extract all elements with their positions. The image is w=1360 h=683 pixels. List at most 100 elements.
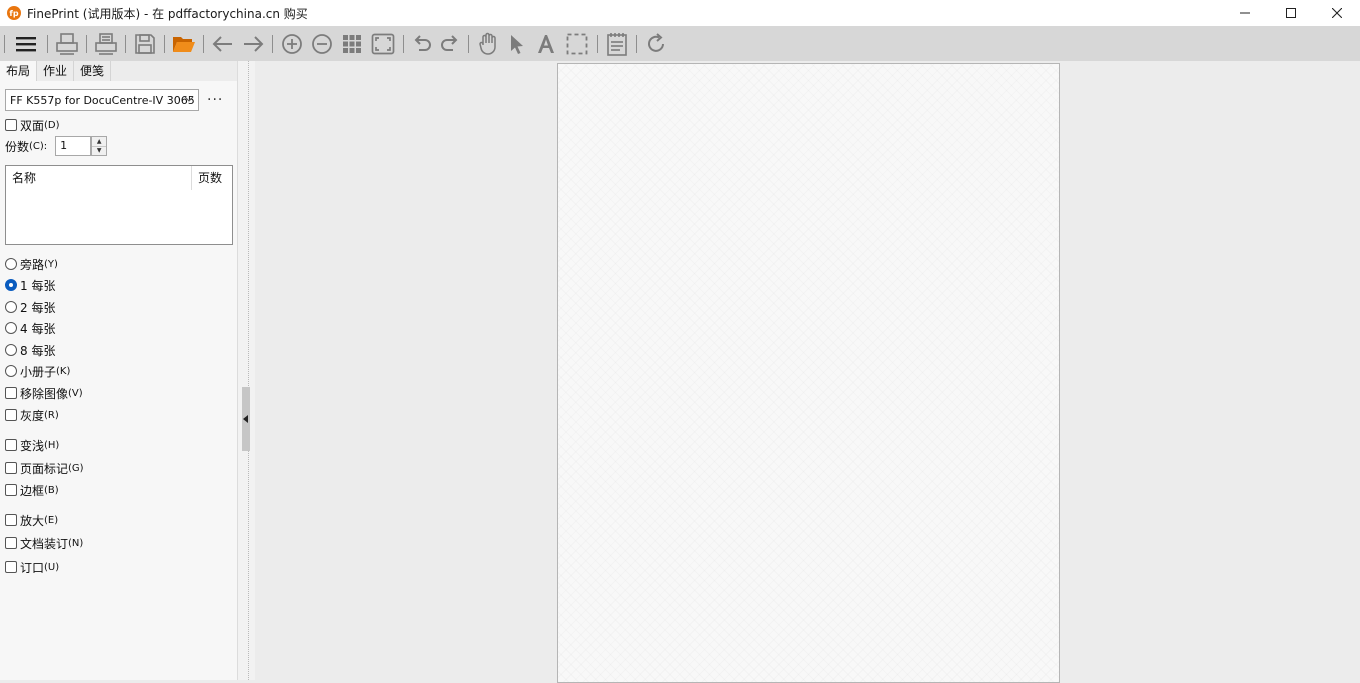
checkbox-option-9[interactable]: 页面标记 (G) (5, 460, 84, 476)
radio-button[interactable] (5, 344, 17, 356)
save-icon[interactable] (130, 26, 160, 61)
jobs-list[interactable]: 名称 页数 (5, 165, 233, 245)
print-properties-icon[interactable] (91, 26, 121, 61)
toolbar-separator (468, 34, 469, 53)
tab-notes[interactable]: 便笺 (74, 61, 112, 81)
tab-layout[interactable]: 布局 (0, 61, 38, 81)
refresh-icon[interactable] (641, 26, 671, 61)
duplex-checkbox[interactable]: 双面 (D) (5, 117, 60, 133)
page-preview[interactable] (557, 63, 1060, 683)
panel-splitter[interactable] (238, 61, 255, 680)
radio-option-1[interactable]: 1 每张 (5, 277, 55, 293)
column-header-name[interactable]: 名称 (6, 166, 192, 190)
app-logo-icon: fp (7, 6, 21, 20)
grid-icon[interactable] (337, 26, 367, 61)
pointer-icon[interactable] (503, 26, 531, 61)
collapse-panel-button[interactable] (242, 387, 250, 451)
arrow-left-icon[interactable] (208, 26, 238, 61)
radio-option-3[interactable]: 4 每张 (5, 320, 55, 336)
hand-icon[interactable] (473, 26, 503, 61)
stepper-down-icon[interactable]: ▼ (92, 147, 106, 156)
option-shortcut: (B) (44, 484, 59, 496)
radio-option-5[interactable]: 小册子 (K) (5, 363, 70, 379)
title-bar: fp FinePrint (试用版本) - 在 pdffactorychina.… (0, 0, 1360, 26)
radio-button[interactable] (5, 301, 17, 313)
option-label: 4 每张 (20, 321, 56, 336)
radio-button[interactable] (5, 279, 17, 291)
redo-icon[interactable] (436, 26, 464, 61)
column-header-pages[interactable]: 页数 (192, 166, 232, 190)
option-label: 8 每张 (20, 343, 56, 358)
checkbox[interactable] (5, 462, 17, 474)
toolbar-separator (403, 34, 404, 53)
toolbar-separator (597, 34, 598, 53)
copies-input[interactable]: 1 (55, 136, 92, 156)
checkbox[interactable] (5, 537, 17, 549)
checkbox-option-10[interactable]: 边框 (B) (5, 482, 59, 498)
checkbox-option-8[interactable]: 变浅 (H) (5, 437, 59, 453)
select-rect-icon[interactable] (561, 26, 593, 61)
checkbox[interactable] (5, 387, 17, 399)
option-shortcut: (E) (44, 514, 59, 526)
window-title: FinePrint (试用版本) - 在 pdffactorychina.cn … (27, 6, 308, 21)
option-label: 放大 (20, 513, 45, 528)
copies-stepper[interactable]: ▲ ▼ (91, 136, 108, 156)
undo-icon[interactable] (408, 26, 436, 61)
option-shortcut: (U) (44, 561, 60, 573)
copies-row: 份数 (C): 1 ▲ ▼ (5, 136, 108, 156)
toolbar-separator (164, 34, 165, 53)
toolbar-separator (125, 34, 126, 53)
copies-label: 份数 (5, 139, 30, 154)
notepad-icon[interactable] (602, 26, 632, 61)
radio-button[interactable] (5, 258, 17, 270)
close-button[interactable] (1314, 0, 1360, 26)
tab-job[interactable]: 作业 (37, 61, 75, 81)
zoom-in-icon[interactable] (277, 26, 307, 61)
option-label: 小册子 (20, 364, 57, 379)
radio-button[interactable] (5, 322, 17, 334)
radio-option-4[interactable]: 8 每张 (5, 342, 55, 358)
print-icon[interactable] (52, 26, 82, 61)
stepper-up-icon[interactable]: ▲ (92, 137, 107, 147)
checkbox-option-7[interactable]: 灰度 (R) (5, 407, 59, 423)
option-shortcut: (Y) (44, 258, 58, 270)
fit-page-icon[interactable] (367, 26, 399, 61)
preview-area[interactable] (255, 61, 1360, 683)
toolbar-separator (86, 34, 87, 53)
menu-icon[interactable] (9, 26, 43, 61)
checkbox[interactable] (5, 409, 17, 421)
option-shortcut: (G) (68, 462, 84, 474)
chevron-down-icon (184, 94, 194, 107)
duplex-checkbox-box[interactable] (5, 119, 17, 131)
text-icon[interactable] (531, 26, 561, 61)
duplex-label: 双面 (20, 118, 45, 133)
toolbar-separator (4, 34, 5, 53)
option-label: 灰度 (20, 408, 45, 423)
printer-select[interactable]: FF K557p for DocuCentre-IV 3065 (5, 89, 199, 111)
checkbox-option-13[interactable]: 订口 (U) (5, 559, 59, 575)
checkbox[interactable] (5, 514, 17, 526)
checkbox-option-6[interactable]: 移除图像 (V) (5, 385, 83, 401)
jobs-list-header: 名称 页数 (6, 166, 232, 190)
maximize-button[interactable] (1268, 0, 1314, 26)
more-options-button[interactable]: ··· (207, 92, 223, 108)
option-label: 边框 (20, 483, 45, 498)
zoom-out-icon[interactable] (307, 26, 337, 61)
open-folder-icon[interactable] (169, 26, 199, 61)
checkbox-option-12[interactable]: 文档装订 (N) (5, 535, 83, 551)
arrow-right-icon[interactable] (238, 26, 268, 61)
printer-select-value: FF K557p for DocuCentre-IV 3065 (10, 93, 195, 107)
radio-option-0[interactable]: 旁路 (Y) (5, 256, 58, 272)
checkbox[interactable] (5, 561, 17, 573)
option-label: 文档装订 (20, 536, 69, 551)
copies-shortcut: (C): (29, 140, 48, 152)
checkbox[interactable] (5, 484, 17, 496)
option-label: 订口 (20, 560, 45, 575)
minimize-button[interactable] (1222, 0, 1268, 26)
checkbox[interactable] (5, 439, 17, 451)
option-label: 2 每张 (20, 300, 56, 315)
checkbox-option-11[interactable]: 放大 (E) (5, 512, 58, 528)
option-shortcut: (K) (56, 365, 71, 377)
radio-button[interactable] (5, 365, 17, 377)
radio-option-2[interactable]: 2 每张 (5, 299, 55, 315)
